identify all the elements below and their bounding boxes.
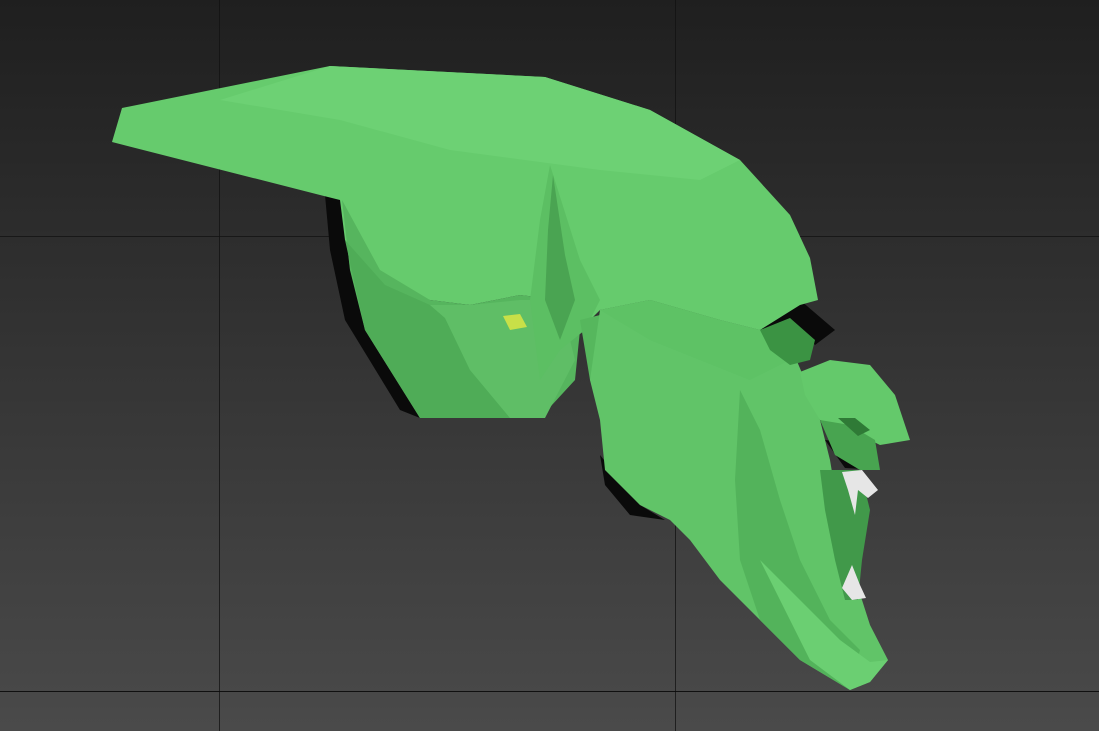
3d-viewport[interactable] (0, 0, 1099, 731)
goblin-head-model[interactable] (0, 0, 1099, 731)
model-body (112, 66, 910, 690)
